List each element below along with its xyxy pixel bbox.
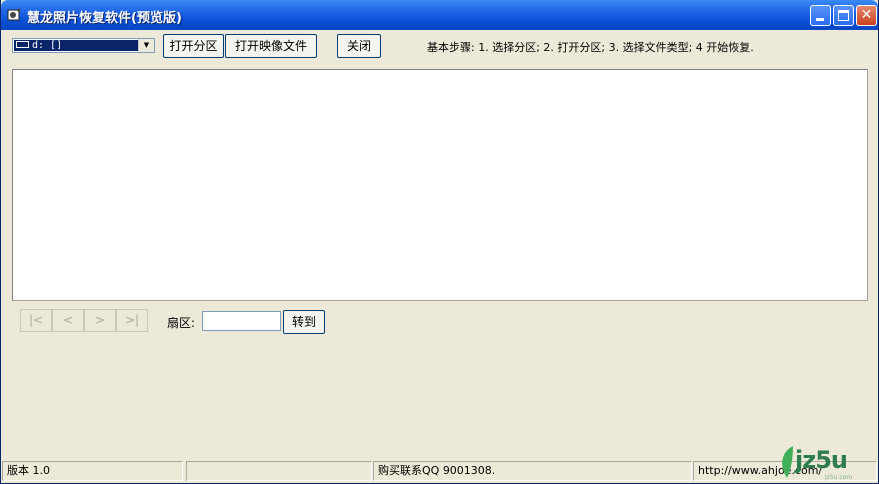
prev-page-button[interactable]: <: [52, 309, 84, 332]
app-icon: [7, 8, 20, 21]
open-partition-button[interactable]: 打开分区: [163, 34, 224, 58]
close-icon: ✕: [860, 7, 873, 23]
goto-button[interactable]: 转到: [283, 310, 325, 334]
sector-label: 扇区:: [167, 316, 196, 330]
status-purchase: 购买联系QQ 9001308.: [373, 461, 692, 481]
steps-hint: 基本步骤: 1. 选择分区; 2. 打开分区; 3. 选择文件类型; 4 开始恢…: [427, 41, 754, 54]
status-version: 版本 1.0: [2, 461, 183, 481]
status-bar: 版本 1.0 购买联系QQ 9001308. http://www.ahjoe.…: [1, 460, 878, 483]
next-page-button[interactable]: >: [84, 309, 116, 332]
preview-area[interactable]: [12, 69, 868, 301]
title-bar[interactable]: 慧龙照片恢复软件(预览版) ✕: [1, 0, 878, 30]
last-page-button[interactable]: >|: [116, 309, 148, 332]
leaf-icon: [782, 446, 793, 478]
sector-input[interactable]: [202, 311, 281, 331]
first-page-button[interactable]: |<: [20, 309, 52, 332]
drive-value: d: []: [32, 40, 63, 51]
close-button[interactable]: 关闭: [337, 34, 381, 58]
window-title: 慧龙照片恢复软件(预览版): [27, 11, 182, 26]
close-window-button[interactable]: ✕: [856, 5, 877, 26]
watermark-subtext: jz5u.com: [825, 474, 853, 481]
drive-select[interactable]: d: [] ▼: [12, 38, 155, 53]
minimize-button[interactable]: [810, 5, 831, 26]
watermark-text: jz5u: [795, 446, 848, 474]
drive-selected-option: d: []: [14, 40, 138, 51]
status-empty: [186, 461, 372, 481]
minimize-icon: [816, 18, 824, 21]
chevron-down-icon[interactable]: ▼: [138, 39, 154, 52]
drive-icon: [16, 41, 29, 48]
main-window: 慧龙照片恢复软件(预览版) ✕ d: [] ▼ 打开分区 打开映像文件 关闭 基…: [0, 0, 879, 484]
maximize-button[interactable]: [833, 5, 854, 26]
open-image-button[interactable]: 打开映像文件: [225, 34, 317, 58]
watermark-logo: jz5u jz5u.com: [777, 444, 877, 482]
maximize-icon: [838, 10, 849, 21]
